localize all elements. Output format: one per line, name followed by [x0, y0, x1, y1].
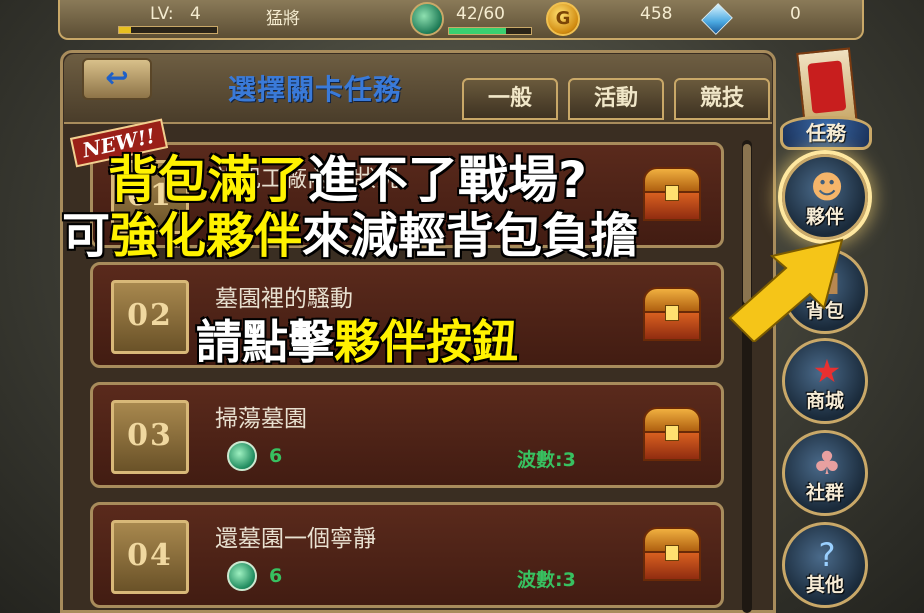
energy-cost-icon: [227, 441, 257, 471]
mission-label: 任務: [780, 116, 872, 150]
panel-header: [64, 54, 772, 124]
energy-icon: [410, 2, 444, 36]
tab-arena[interactable]: 競技: [674, 78, 770, 120]
tab-event[interactable]: 活動: [568, 78, 664, 120]
status-bar: LV: 4 猛將 42/60 G 458 0: [58, 0, 864, 40]
stage-number: 02: [111, 280, 189, 354]
back-button[interactable]: ↩: [82, 58, 152, 100]
stage-number: 04: [111, 520, 189, 594]
community-button[interactable]: ♣ 社群: [782, 430, 868, 516]
stage-card-04[interactable]: 04 還墓園一個寧靜 6 波數:3: [90, 502, 724, 608]
gem-icon: [701, 3, 733, 35]
treasure-chest-icon: [641, 523, 703, 585]
gold-value: 458: [640, 4, 673, 24]
level-value: 4: [190, 4, 201, 24]
wave-count: 波數:3: [517, 449, 576, 471]
gold-coin-icon: G: [546, 2, 580, 36]
tutorial-line-2: 可強化夥伴來減輕背包負擔: [61, 207, 639, 265]
other-button[interactable]: ? 其他: [782, 522, 868, 608]
stage-card-03[interactable]: 03 掃蕩墓園 6 波數:3: [90, 382, 724, 488]
energy-bar: [448, 27, 532, 35]
treasure-chest-icon: [641, 163, 703, 225]
partner-button[interactable]: ☻ 夥伴: [782, 154, 868, 240]
gem-value: 0: [790, 4, 801, 24]
shop-button[interactable]: ★ 商城: [782, 338, 868, 424]
rank-title: 猛將: [266, 9, 300, 29]
shop-label: 商城: [805, 390, 844, 412]
community-pet-icon: ♣: [812, 444, 842, 482]
treasure-chest-icon: [641, 403, 703, 465]
partner-label: 夥伴: [805, 206, 844, 228]
stage-list-scrollbar[interactable]: [742, 140, 752, 613]
page-title: 選擇關卡任務: [228, 73, 403, 106]
energy-cost: 6: [269, 565, 283, 587]
community-label: 社群: [805, 482, 844, 504]
tutorial-line-3: 請點擊夥伴按鈕: [195, 314, 519, 370]
star-icon: ★: [812, 352, 842, 390]
exp-bar: [118, 26, 218, 34]
treasure-chest-icon: [641, 283, 703, 345]
stage-name: 還墓園一個寧靜: [215, 526, 376, 552]
energy-cost: 6: [269, 445, 283, 467]
stage-number: 03: [111, 400, 189, 474]
pointer-arrow-icon: [728, 238, 844, 342]
tab-general[interactable]: 一般: [462, 78, 558, 120]
other-label: 其他: [805, 574, 844, 596]
energy-value: 42/60: [456, 4, 505, 24]
mission-button[interactable]: 任務: [780, 47, 872, 152]
energy-cost-icon: [227, 561, 257, 591]
level-label: LV:: [150, 4, 174, 24]
wave-count: 波數:3: [517, 569, 576, 591]
stage-name: 掃蕩墓園: [215, 406, 307, 432]
partner-avatar-icon: ☻: [810, 168, 844, 206]
question-book-icon: ?: [818, 536, 836, 574]
